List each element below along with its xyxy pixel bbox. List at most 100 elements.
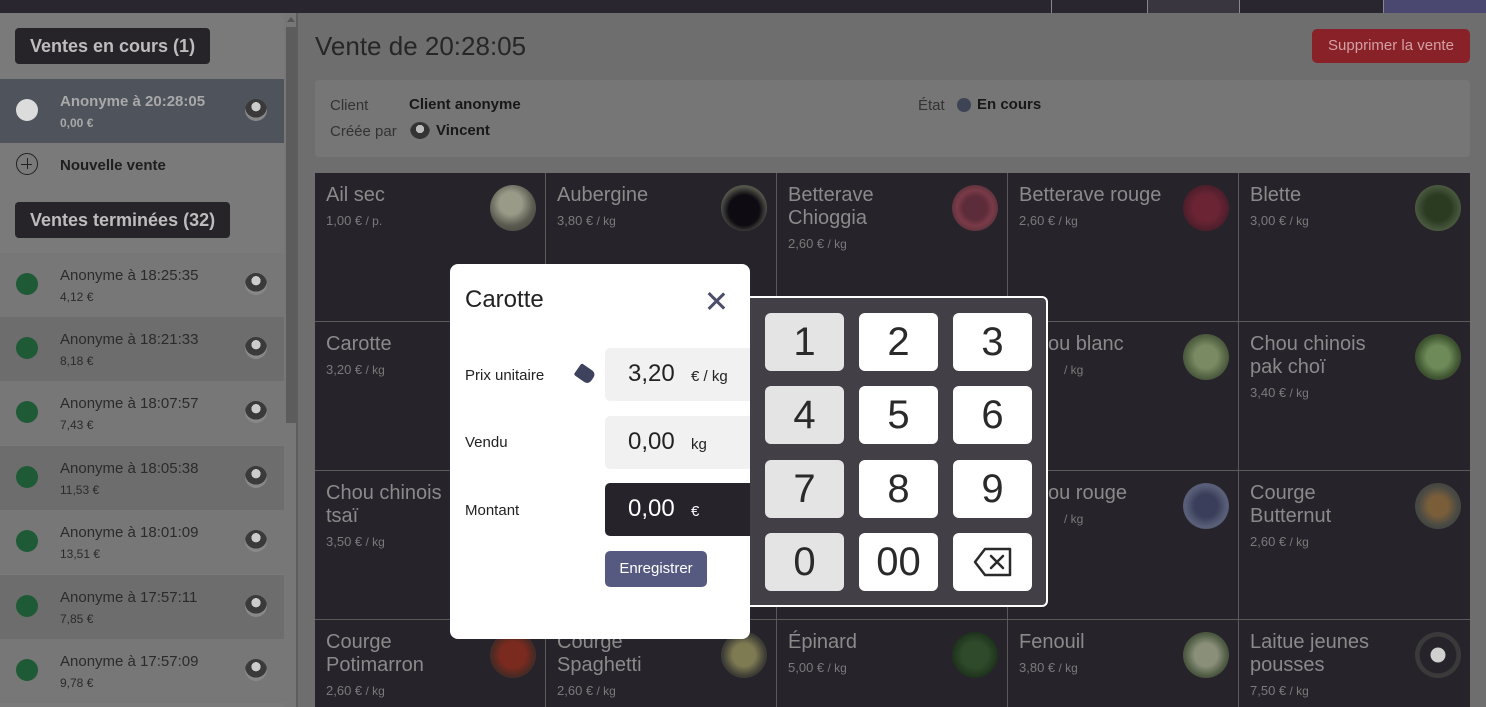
product-image [1415,483,1461,529]
close-icon[interactable] [703,288,729,314]
key-0[interactable]: 0 [765,533,844,591]
key-8[interactable]: 8 [859,460,938,518]
finished-sale-item[interactable]: Anonyme à 18:07:57 7,43 € [0,381,284,445]
key-4[interactable]: 4 [765,386,844,444]
finished-sale-item[interactable]: Anonyme à 18:05:38 11,53 € [0,446,284,510]
product-name: Blette [1250,184,1302,206]
backspace-key[interactable] [953,533,1032,591]
product-name: Épinard [788,631,857,653]
sale-info-panel: Client Client anonyme Créée par Vincent … [315,80,1470,157]
numeric-keypad: 1 2 3 4 5 6 7 8 9 0 00 [750,296,1048,607]
amount-unit: € [691,503,700,520]
product-image [952,632,998,678]
product-price: 3,20 € / kg [326,362,385,377]
delete-sale-button[interactable]: Supprimer la vente [1312,29,1470,63]
product-price: 2,60 € / kg [1250,534,1309,549]
product-name: Ail sec [326,184,385,206]
scroll-up-arrow-icon[interactable] [287,17,295,22]
product-price: 2,60 € / kg [788,236,847,251]
product-image [952,185,998,231]
price-tag-icon[interactable] [573,363,597,385]
new-sale-button[interactable]: Nouvelle vente [0,150,284,180]
sold-label: Vendu [465,434,508,451]
status-dot-icon [16,99,38,121]
finished-sale-item[interactable]: Anonyme à 17:57:09 9,78 € [0,639,284,703]
finished-sale-item[interactable]: Anonyme à 17:57:11 7,85 € [0,575,284,639]
sale-title: Anonyme à 18:05:38 [60,460,199,477]
key-2[interactable]: 2 [859,313,938,371]
key-9[interactable]: 9 [953,460,1032,518]
product-tile[interactable]: Épinard 5,00 € / kg [777,620,1007,707]
product-name: Courge Butternut [1250,482,1332,527]
product-tile[interactable]: Blette 3,00 € / kg [1239,173,1470,321]
sale-title: Anonyme à 18:01:09 [60,524,199,541]
current-sales-header: Ventes en cours (1) [15,28,211,64]
sale-title: Anonyme à 18:21:33 [60,331,199,348]
product-name: ou blanc [1048,333,1124,355]
top-nav-tab[interactable] [1239,0,1383,13]
sale-title: Anonyme à 18:07:57 [60,395,199,412]
product-entry-dialog: Carotte Prix unitaire 3,20 € / kg Vendu … [450,264,750,639]
state-value: En cours [977,96,1042,113]
key-1[interactable]: 1 [765,313,844,371]
sale-amount: 7,43 € [60,418,94,432]
key-6[interactable]: 6 [953,386,1032,444]
creator-value: Vincent [436,122,490,139]
product-price: 3,80 € / kg [557,213,616,228]
top-nav-tab-active[interactable] [1383,0,1486,13]
sale-amount: 8,18 € [60,354,94,368]
sale-title: Anonyme à 18:25:35 [60,267,199,284]
product-image [721,185,767,231]
avatar [245,273,267,295]
state-label: État [918,97,945,114]
status-dot-icon [16,466,38,488]
status-dot-icon [16,273,38,295]
top-nav-tab[interactable] [1051,0,1147,13]
sale-title: Anonyme à 17:57:09 [60,653,199,670]
top-navigation-bar [0,0,1486,13]
save-button[interactable]: Enregistrer [605,551,707,587]
sale-amount: 13,51 € [60,547,101,561]
product-name: Betterave Chioggia [788,184,874,229]
unit-price-field[interactable]: 3,20 € / kg [605,348,750,401]
amount-field[interactable]: 0,00 € [605,483,750,536]
product-name: ou rouge [1048,482,1127,504]
product-price: 2,60 € / kg [557,683,616,698]
product-name: Chou chinois pak choï [1250,333,1366,378]
avatar [245,595,267,617]
avatar [245,337,267,359]
sidebar-scroll-thumb[interactable] [286,27,296,423]
sold-unit: kg [691,436,707,453]
key-3[interactable]: 3 [953,313,1032,371]
key-00[interactable]: 00 [859,533,938,591]
creator-label: Créée par [330,123,397,140]
product-tile[interactable]: Laitue jeunes pousses 7,50 € / kg [1239,620,1470,707]
current-sale-item[interactable]: Anonyme à 20:28:05 0,00 € [0,79,284,143]
product-name: Laitue jeunes pousses [1250,631,1369,676]
product-tile[interactable]: Chou chinois pak choï 3,40 € / kg [1239,322,1470,470]
product-tile[interactable]: Courge Butternut 2,60 € / kg [1239,471,1470,619]
finished-sale-item[interactable]: Anonyme à 18:25:35 4,12 € [0,253,284,317]
finished-sale-item[interactable]: Anonyme à 18:01:09 13,51 € [0,510,284,574]
product-tile[interactable]: Fenouil 3,80 € / kg [1008,620,1238,707]
sale-amount: 11,53 € [60,483,100,497]
unit-price-label: Prix unitaire [465,367,545,384]
product-image [490,185,536,231]
status-dot-icon [16,659,38,681]
avatar [245,530,267,552]
amount-label: Montant [465,502,520,519]
sold-quantity-field[interactable]: 0,00 kg [605,416,750,469]
product-price: 2,60 € / kg [1019,213,1078,228]
top-nav-tab[interactable] [1147,0,1239,13]
plus-circle-icon [16,153,38,175]
finished-sale-item[interactable]: Anonyme à 18:21:33 8,18 € [0,317,284,381]
product-image [1183,632,1229,678]
product-price: 3,80 € / kg [1019,660,1078,675]
sold-value: 0,00 [628,428,675,455]
key-7[interactable]: 7 [765,460,844,518]
product-image [1183,483,1229,529]
sale-amount: 0,00 € [60,116,94,130]
key-5[interactable]: 5 [859,386,938,444]
dialog-title: Carotte [465,286,544,313]
client-value: Client anonyme [409,96,521,113]
